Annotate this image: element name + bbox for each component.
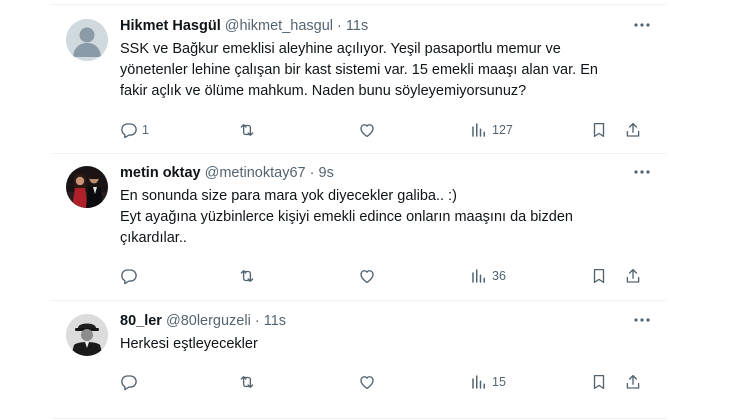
separator-dot: · — [337, 18, 342, 34]
author-name[interactable]: metin oktay — [120, 165, 201, 181]
retweet-button[interactable] — [238, 267, 256, 285]
tweet-feed: Hikmet Hasgül @hikmet_hasgul · 11s SSK v… — [0, 0, 730, 420]
bookmark-button[interactable] — [590, 267, 608, 285]
bookmark-icon — [593, 122, 605, 138]
reply-icon — [121, 123, 137, 139]
avatar-photo[interactable] — [66, 166, 108, 208]
author-name[interactable]: Hikmet Hasgül — [120, 18, 221, 34]
like-icon — [360, 124, 374, 138]
views-icon — [472, 123, 485, 137]
tweet-header: 80_ler @80lerguzeli · 11s — [120, 312, 286, 330]
views-button[interactable]: 127 — [470, 121, 513, 139]
view-count: 127 — [492, 123, 513, 137]
separator-dot: · — [309, 165, 315, 181]
view-count: 15 — [492, 375, 506, 389]
avatar-default[interactable] — [66, 19, 108, 61]
bw-portrait-avatar — [66, 314, 108, 356]
retweet-button[interactable] — [238, 121, 256, 139]
like-button[interactable] — [358, 373, 376, 391]
view-count: 36 — [492, 269, 506, 283]
like-icon — [360, 376, 374, 390]
tweet-text: SSK ve Bağkur emeklisi aleyhine açılıyor… — [120, 41, 598, 99]
like-button[interactable] — [358, 267, 376, 285]
tweet-time[interactable]: 9s — [319, 165, 334, 181]
reply-button[interactable] — [120, 373, 142, 391]
views-button[interactable]: 15 — [470, 373, 506, 391]
bookmark-icon — [593, 268, 605, 284]
more-options-button[interactable] — [631, 162, 653, 182]
tweet-time[interactable]: 11s — [264, 313, 286, 329]
author-handle[interactable]: @80lerguzeli — [166, 313, 251, 329]
separator-dot: · — [254, 313, 260, 329]
like-button[interactable] — [358, 121, 376, 139]
more-icon — [634, 170, 650, 174]
more-icon — [634, 23, 650, 27]
share-icon — [626, 122, 640, 137]
tweet[interactable]: 80_ler @80lerguzeli · 11s Herkesi eştley… — [52, 300, 667, 419]
couple-photo-avatar — [66, 166, 108, 208]
reply-icon — [121, 269, 137, 285]
tweet-actions: 1 127 — [120, 120, 653, 140]
views-icon — [472, 269, 485, 283]
retweet-icon — [240, 376, 254, 388]
bookmark-button[interactable] — [590, 373, 608, 391]
more-options-button[interactable] — [631, 310, 653, 330]
reply-count: 1 — [142, 123, 149, 137]
retweet-icon — [240, 270, 254, 282]
tweet-actions: 36 — [120, 266, 653, 286]
bookmark-icon — [593, 374, 605, 390]
author-handle[interactable]: @hikmet_hasgul — [225, 18, 333, 34]
default-avatar-icon — [66, 19, 108, 61]
more-options-button[interactable] — [631, 15, 653, 35]
retweet-icon — [240, 124, 254, 136]
share-button[interactable] — [624, 121, 642, 139]
share-button[interactable] — [624, 267, 642, 285]
tweet-text: En sonunda size para mara yok diyecekler… — [120, 188, 573, 246]
share-icon — [626, 374, 640, 389]
author-name[interactable]: 80_ler — [120, 313, 162, 329]
tweet[interactable]: Hikmet Hasgül @hikmet_hasgul · 11s SSK v… — [52, 4, 667, 154]
views-button[interactable]: 36 — [470, 267, 506, 285]
author-handle[interactable]: @metinoktay67 — [205, 165, 306, 181]
more-icon — [634, 318, 650, 322]
like-icon — [360, 270, 374, 284]
share-icon — [626, 268, 640, 283]
reply-button[interactable]: 1 — [120, 121, 149, 139]
reply-button[interactable] — [120, 267, 142, 285]
bookmark-button[interactable] — [590, 121, 608, 139]
tweet-actions: 15 — [120, 372, 653, 392]
tweet-header: Hikmet Hasgül @hikmet_hasgul · 11s — [120, 17, 368, 35]
retweet-button[interactable] — [238, 373, 256, 391]
tweet[interactable]: metin oktay @metinoktay67 · 9s En sonund… — [52, 152, 667, 301]
tweet-text: Herkesi eştleyecekler — [120, 336, 258, 352]
reply-icon — [121, 375, 137, 391]
avatar-photo[interactable] — [66, 314, 108, 356]
tweet-time[interactable]: 11s — [346, 18, 368, 34]
views-icon — [472, 375, 485, 389]
share-button[interactable] — [624, 373, 642, 391]
tweet-header: metin oktay @metinoktay67 · 9s — [120, 164, 334, 182]
